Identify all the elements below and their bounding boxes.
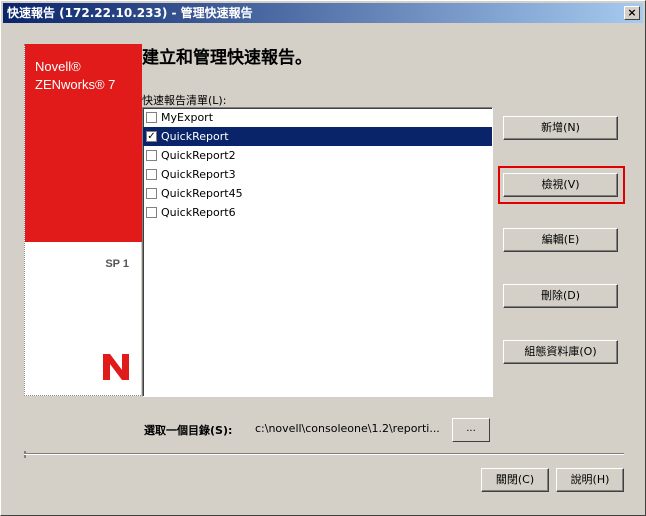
edit-button[interactable]: 編輯(E)	[503, 228, 618, 252]
checkbox[interactable]	[146, 112, 157, 123]
banner-red-panel: Novell® ZENworks® 7	[25, 44, 142, 242]
list-item[interactable]: ✓ QuickReport	[143, 127, 492, 146]
list-item[interactable]: QuickReport3	[143, 165, 492, 184]
dialog-window: 快速報告 (172.22.10.233) - 管理快速報告 × Novell® …	[0, 0, 646, 516]
checkbox[interactable]	[146, 207, 157, 218]
list-item[interactable]: QuickReport45	[143, 184, 492, 203]
check-icon: ✓	[147, 131, 156, 142]
close-icon: ×	[627, 6, 637, 19]
report-list[interactable]: MyExport ✓ QuickReport QuickReport2 Quic…	[142, 107, 493, 397]
separator	[24, 453, 624, 455]
checkbox[interactable]	[146, 169, 157, 180]
list-item[interactable]: QuickReport2	[143, 146, 492, 165]
browse-button[interactable]: ...	[452, 418, 490, 442]
checkbox[interactable]	[146, 188, 157, 199]
product-banner: Novell® ZENworks® 7 SP 1	[24, 44, 142, 396]
close-window-button[interactable]: ×	[624, 6, 640, 20]
directory-path: c:\novell\consoleone\1.2\reporti...	[255, 422, 440, 435]
list-item[interactable]: QuickReport6	[143, 203, 492, 222]
checkbox[interactable]	[146, 150, 157, 161]
brand-zenworks: ZENworks® 7	[35, 77, 116, 92]
browse-icon: ...	[466, 423, 476, 434]
list-item[interactable]: MyExport	[143, 108, 492, 127]
list-item-label: QuickReport	[161, 130, 229, 143]
list-item-label: QuickReport6	[161, 206, 236, 219]
service-pack-label: SP 1	[105, 258, 129, 270]
report-list-label: 快速報告清單(L):	[142, 94, 227, 107]
delete-button[interactable]: 刪除(D)	[503, 284, 618, 308]
new-button[interactable]: 新增(N)	[503, 116, 618, 140]
list-item-label: QuickReport3	[161, 168, 236, 181]
configure-database-button[interactable]: 組態資料庫(O)	[503, 340, 618, 364]
checkbox[interactable]: ✓	[146, 131, 157, 142]
window-title: 快速報告 (172.22.10.233) - 管理快速報告	[7, 6, 253, 20]
list-item-label: QuickReport2	[161, 149, 236, 162]
view-button[interactable]: 檢視(V)	[503, 173, 618, 197]
list-item-label: MyExport	[161, 111, 214, 124]
title-bar: 快速報告 (172.22.10.233) - 管理快速報告 ×	[3, 3, 643, 23]
close-button[interactable]: 關閉(C)	[481, 468, 549, 492]
help-button[interactable]: 說明(H)	[556, 468, 624, 492]
list-item-label: QuickReport45	[161, 187, 243, 200]
novell-n-logo-icon	[103, 354, 129, 380]
directory-label: 選取一個目錄(S):	[144, 424, 233, 437]
brand-novell: Novell®	[35, 59, 81, 74]
page-heading: 建立和管理快速報告。	[142, 48, 312, 68]
